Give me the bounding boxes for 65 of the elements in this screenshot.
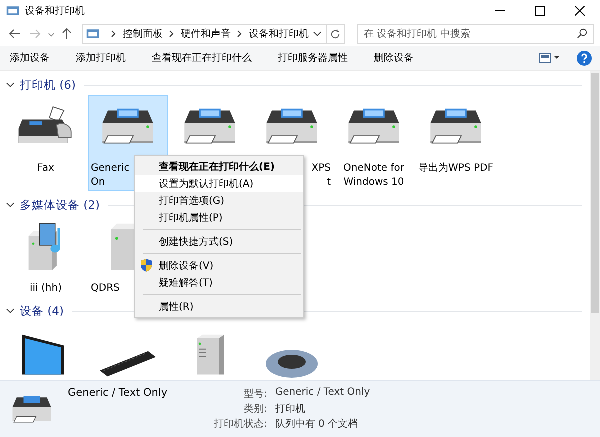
property-value: 队列中有 0 个文档 — [275, 418, 360, 431]
property-value: Generic / Text Only — [275, 387, 370, 400]
group-heading[interactable]: 多媒体设备 (2) — [20, 198, 100, 212]
shield-icon — [141, 259, 152, 272]
property-label: 类别: — [243, 402, 268, 416]
dropdown-icon[interactable] — [313, 31, 322, 37]
chevron-icon — [111, 30, 117, 38]
search-field[interactable]: 在 设备和打印机 中搜索 — [357, 24, 594, 44]
fax-item[interactable]: Fax — [6, 95, 86, 177]
device-name: Generic / Text Only — [68, 387, 168, 399]
menu-item[interactable]: 打印首选项(G) — [135, 192, 303, 209]
group-heading[interactable]: 打印机 (6) — [20, 78, 76, 92]
device-label: iii (hh) — [30, 282, 62, 296]
menu-item[interactable]: 属性(R) — [135, 298, 303, 315]
forward-arrow-icon — [29, 28, 41, 40]
menu-item[interactable]: 疑难解答(T) — [135, 274, 303, 291]
printer-folder-icon — [86, 27, 100, 41]
toolbar-button[interactable]: 打印服务器属性 — [272, 47, 354, 69]
toolbar-button[interactable]: 删除设备 — [368, 47, 420, 69]
toolbar-button[interactable]: 添加设备 — [4, 47, 56, 69]
caret-icon — [48, 30, 54, 38]
menu-item[interactable]: 打印机属性(P) — [135, 209, 303, 226]
printer-folder-icon — [6, 4, 20, 18]
device-label: On — [91, 176, 106, 190]
collapse-chevron-icon[interactable] — [6, 308, 15, 314]
keyboard-icon — [99, 350, 157, 378]
collapse-chevron-icon[interactable] — [6, 82, 15, 88]
mouse-icon — [263, 348, 321, 378]
group-heading[interactable]: 设备 (4) — [20, 304, 64, 318]
media-item[interactable]: iii (hh) — [6, 215, 86, 297]
breadcrumb-item[interactable]: 设备和打印机 — [249, 27, 309, 41]
help-icon[interactable] — [577, 50, 592, 66]
maximize-icon — [535, 6, 545, 16]
window-title: 设备和打印机 — [25, 4, 85, 18]
address-bar[interactable]: 控制面板 硬件和声音 设备和打印机 — [82, 24, 345, 44]
device-label: Windows 10 — [344, 176, 404, 190]
device-label: 导出为WPS PDF — [418, 162, 494, 176]
close-icon — [575, 6, 585, 16]
toolbar-button[interactable]: 查看现在正在打印什么 — [146, 47, 258, 69]
back-arrow-icon — [9, 28, 21, 40]
search-icon — [577, 28, 588, 39]
property-value: 打印机 — [275, 402, 306, 416]
menu-item[interactable]: 设置为默认打印机(A) — [135, 175, 303, 192]
property-label: 打印机状态: — [214, 418, 268, 431]
menu-item[interactable]: 创建快捷方式(S) — [135, 233, 303, 250]
toolbar-button[interactable]: 添加打印机 — [70, 47, 132, 69]
view-options-icon[interactable] — [539, 53, 561, 63]
printer-item[interactable]: 导出为WPS PDF — [416, 95, 496, 177]
collapse-chevron-icon[interactable] — [6, 202, 15, 208]
scrollbar[interactable] — [590, 71, 600, 380]
breadcrumb-item[interactable]: 控制面板 — [123, 27, 163, 41]
printer-item[interactable]: OneNote for Windows 10 — [334, 95, 414, 191]
up-arrow-icon — [61, 28, 73, 40]
device-label: QDRS — [91, 282, 120, 296]
device-label: Fax — [38, 162, 54, 176]
chevron-icon — [169, 30, 175, 38]
device-label: XPS — [312, 162, 331, 176]
device-label: t — [327, 176, 331, 190]
device-label: Generic — [91, 162, 130, 176]
refresh-icon — [330, 28, 341, 40]
breadcrumb-item[interactable]: 硬件和声音 — [181, 27, 231, 41]
property-label: 型号: — [243, 388, 268, 401]
menu-item[interactable]: 删除设备(V) — [135, 257, 303, 274]
device-label: OneNote for — [344, 162, 404, 176]
chevron-icon — [237, 30, 243, 38]
